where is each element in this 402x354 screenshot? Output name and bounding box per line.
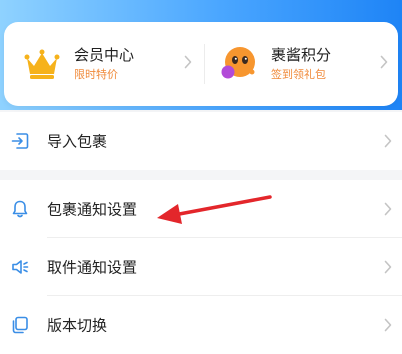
settings-item-pickup-notification[interactable]: 取件通知设置: [0, 238, 402, 296]
chevron-right-icon: [384, 318, 392, 332]
vip-center-subtitle: 限时特价: [74, 68, 118, 81]
crown-icon: [24, 49, 60, 79]
settings-item-version-switch[interactable]: 版本切换: [0, 296, 402, 354]
bell-icon: [12, 200, 28, 218]
settings-item-label: 包裹通知设置: [47, 200, 138, 219]
membership-card: 会员中心 限时特价 裹酱积分 签到领礼包: [4, 22, 398, 106]
chevron-right-icon: [184, 55, 192, 69]
chevron-right-icon: [384, 134, 392, 148]
points-title: 裹酱积分: [271, 46, 332, 64]
settings-item-label: 版本切换: [47, 316, 108, 335]
settings-item-label: 导入包裹: [47, 132, 108, 151]
chevron-right-icon: [380, 55, 388, 69]
mascot-icon: [221, 47, 255, 79]
points-subtitle: 签到领礼包: [271, 68, 326, 81]
import-icon: [11, 133, 29, 149]
points-entry[interactable]: 裹酱积分 签到领礼包: [219, 22, 394, 106]
chevron-right-icon: [384, 202, 392, 216]
settings-item-package-notification[interactable]: 包裹通知设置: [0, 180, 402, 238]
vip-center-entry[interactable]: 会员中心 限时特价: [22, 22, 197, 106]
settings-item-import-package[interactable]: 导入包裹: [0, 112, 402, 170]
chevron-right-icon: [384, 260, 392, 274]
settings-list: 导入包裹 包裹通知设置 取件通知设置 版本切换: [0, 112, 402, 354]
vip-center-title: 会员中心: [74, 46, 135, 64]
speaker-icon: [12, 260, 29, 274]
card-divider: [204, 44, 205, 84]
settings-item-label: 取件通知设置: [47, 258, 138, 277]
switch-version-icon: [12, 316, 28, 334]
